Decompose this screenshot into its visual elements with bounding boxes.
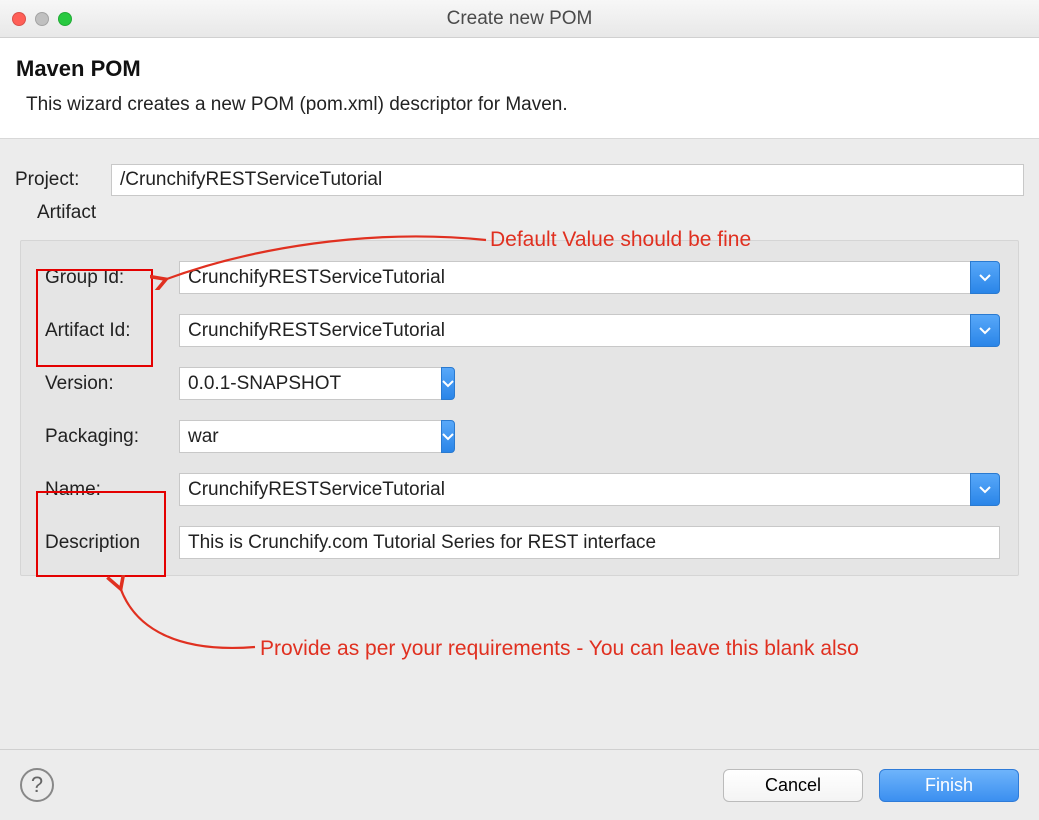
cancel-button[interactable]: Cancel <box>723 769 863 802</box>
name-row: Name: <box>39 473 1000 506</box>
packaging-combo[interactable] <box>179 420 439 453</box>
window-controls <box>12 12 72 26</box>
finish-button[interactable]: Finish <box>879 769 1019 802</box>
window-title: Create new POM <box>0 8 1039 30</box>
content-area: Project: Artifact Group Id: Artifact Id: <box>0 139 1039 586</box>
minimize-icon <box>35 12 49 26</box>
group-id-combo[interactable] <box>179 261 1000 294</box>
wizard-header: Maven POM This wizard creates a new POM … <box>0 38 1039 139</box>
artifact-id-row: Artifact Id: <box>39 314 1000 347</box>
artifact-id-label: Artifact Id: <box>39 317 179 345</box>
artifact-panel: Group Id: Artifact Id: Version: <box>20 240 1019 576</box>
annotation-arrow-icon <box>100 575 280 655</box>
close-icon[interactable] <box>12 12 26 26</box>
name-combo[interactable] <box>179 473 1000 506</box>
maximize-icon[interactable] <box>58 12 72 26</box>
version-row: Version: <box>39 367 1000 400</box>
description-row: Description <box>39 526 1000 559</box>
group-id-label: Group Id: <box>39 264 179 292</box>
project-row: Project: <box>15 164 1024 196</box>
name-label: Name: <box>39 476 179 504</box>
page-title: Maven POM <box>16 56 1023 82</box>
titlebar: Create new POM <box>0 0 1039 38</box>
chevron-down-icon[interactable] <box>970 314 1000 347</box>
project-label: Project: <box>15 169 101 191</box>
help-icon[interactable]: ? <box>20 768 54 802</box>
version-label: Version: <box>39 370 179 398</box>
packaging-row: Packaging: <box>39 420 1000 453</box>
chevron-down-icon[interactable] <box>970 473 1000 506</box>
group-id-input[interactable] <box>179 261 970 294</box>
description-label: Description <box>39 529 179 557</box>
chevron-down-icon[interactable] <box>970 261 1000 294</box>
name-input[interactable] <box>179 473 970 506</box>
packaging-label: Packaging: <box>39 423 179 451</box>
artifact-id-combo[interactable] <box>179 314 1000 347</box>
artifact-legend: Artifact <box>37 202 1024 224</box>
packaging-input[interactable] <box>179 420 441 453</box>
version-combo[interactable] <box>179 367 439 400</box>
artifact-id-input[interactable] <box>179 314 970 347</box>
annotation-text: Provide as per your requirements - You c… <box>260 637 859 661</box>
project-input[interactable] <box>111 164 1024 196</box>
description-input[interactable] <box>179 526 1000 559</box>
chevron-down-icon[interactable] <box>441 420 455 453</box>
group-id-row: Group Id: <box>39 261 1000 294</box>
chevron-down-icon[interactable] <box>441 367 455 400</box>
annotation-text: Default Value should be fine <box>490 228 751 252</box>
version-input[interactable] <box>179 367 441 400</box>
footer-bar: ? Cancel Finish <box>0 749 1039 820</box>
page-description: This wizard creates a new POM (pom.xml) … <box>26 94 1023 116</box>
